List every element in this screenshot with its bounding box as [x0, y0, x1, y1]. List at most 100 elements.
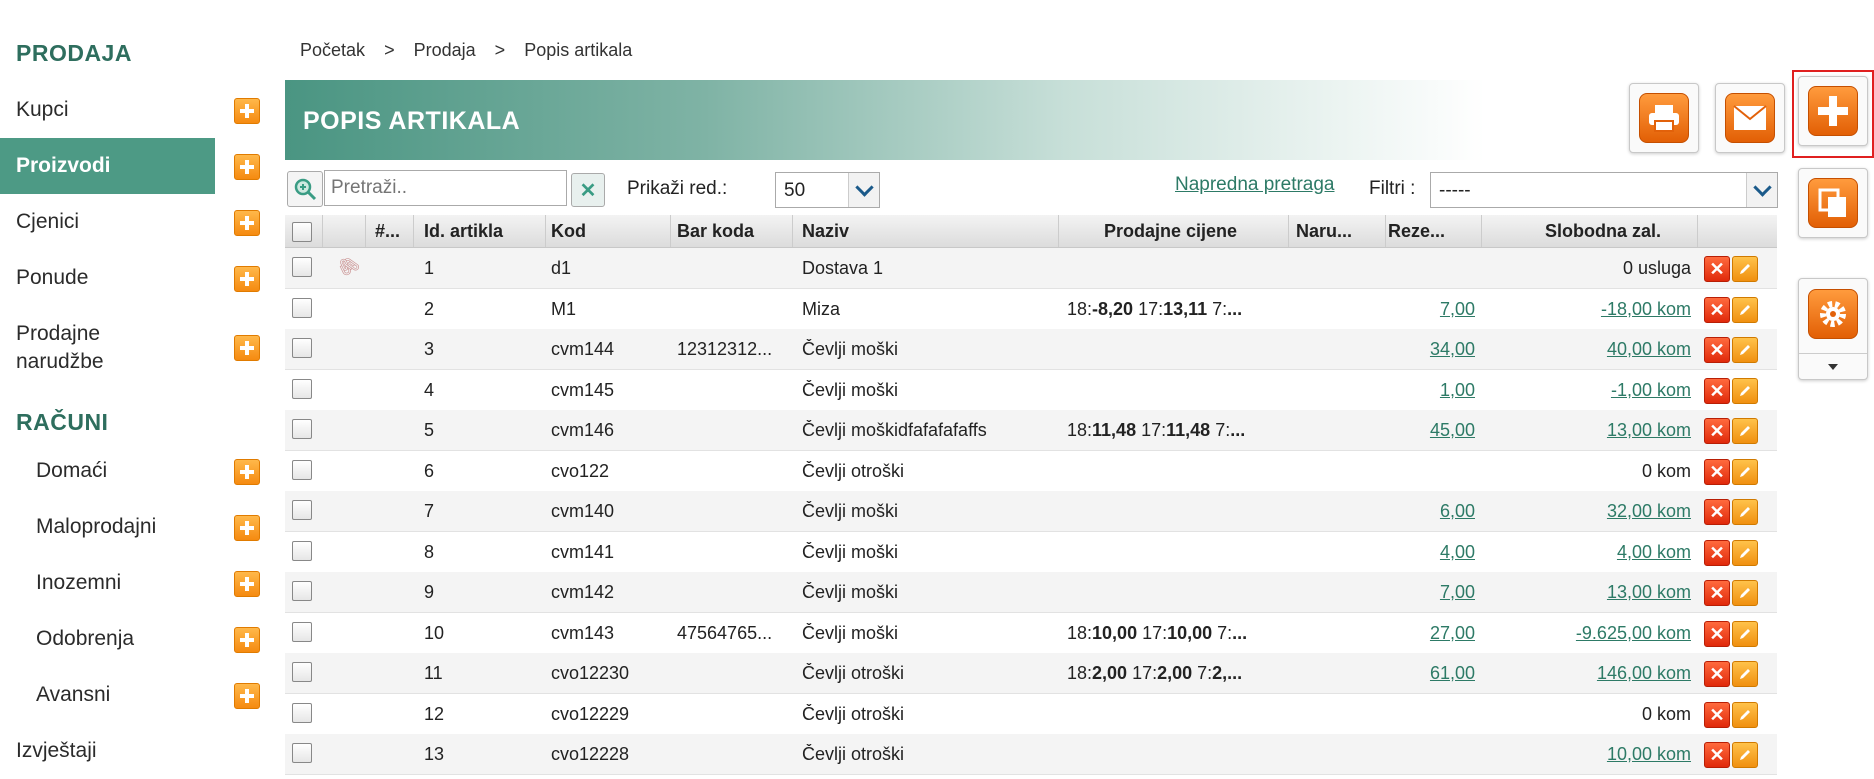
sidebar-item-ponude[interactable]: Ponude	[0, 264, 215, 292]
column-header-barcode[interactable]: Bar koda	[677, 221, 754, 242]
row-checkbox[interactable]	[292, 297, 312, 318]
row-checkbox[interactable]	[292, 459, 312, 480]
delete-button[interactable]: ✕	[1704, 499, 1730, 525]
cell-stock-link[interactable]: 146,00 kom	[1597, 663, 1691, 683]
cell-stock-link[interactable]: 40,00 kom	[1607, 339, 1691, 359]
cell-reserved-link[interactable]: 1,00	[1440, 380, 1475, 400]
table-row[interactable]: 🖇 1 d1 Dostava 1 0 usluga ✕	[285, 248, 1777, 289]
add-inozemni-button[interactable]	[234, 571, 260, 597]
row-checkbox[interactable]	[292, 743, 312, 763]
table-row[interactable]: 11 cvo12230 Čevlji otroški 18:2,00 17:2,00 …	[285, 653, 1777, 694]
column-header-code[interactable]: Kod	[551, 221, 586, 242]
row-checkbox[interactable]	[292, 540, 312, 561]
sidebar-item-domaci[interactable]: Domaći	[0, 457, 215, 485]
table-row[interactable]: 3 cvm144 12312312... Čevlji moški 34,00 40,00…	[285, 329, 1777, 370]
edit-button[interactable]	[1732, 296, 1758, 323]
cell-stock-link[interactable]: -1,00 kom	[1611, 380, 1691, 400]
delete-button[interactable]: ✕	[1704, 296, 1730, 323]
table-row[interactable]: 10 cvm143 47564765... Čevlji moški 18:10,00 …	[285, 613, 1777, 654]
email-button[interactable]	[1715, 83, 1785, 153]
delete-button[interactable]: ✕	[1704, 256, 1730, 282]
row-checkbox[interactable]	[292, 338, 312, 358]
add-article-button[interactable]	[1798, 76, 1868, 146]
cell-reserved-link[interactable]: 7,00	[1440, 582, 1475, 602]
sidebar-item-cjenici[interactable]: Cjenici	[0, 208, 215, 236]
search-input[interactable]	[324, 170, 567, 206]
delete-button[interactable]: ✕	[1704, 458, 1730, 485]
delete-button[interactable]: ✕	[1704, 418, 1730, 444]
edit-button[interactable]	[1732, 661, 1758, 687]
row-checkbox[interactable]	[292, 500, 312, 520]
cell-reserved-link[interactable]: 61,00	[1430, 663, 1475, 683]
row-checkbox[interactable]	[292, 662, 312, 682]
advanced-search-link[interactable]: Napredna pretraga	[1175, 174, 1335, 196]
delete-button[interactable]: ✕	[1704, 742, 1730, 768]
edit-button[interactable]	[1732, 337, 1758, 363]
edit-button[interactable]	[1732, 499, 1758, 525]
add-proizvodi-button[interactable]	[234, 154, 260, 180]
copy-button[interactable]	[1798, 168, 1868, 238]
delete-button[interactable]: ✕	[1704, 377, 1730, 404]
row-checkbox[interactable]	[292, 581, 312, 601]
table-row[interactable]: 5 cvm146 Čevlji moškidfafafafaffs 18:11,48 …	[285, 410, 1777, 451]
table-row[interactable]: 6 cvo122 Čevlji otroški 0 kom ✕	[285, 451, 1777, 492]
sidebar-item-kupci[interactable]: Kupci	[0, 96, 215, 124]
edit-button[interactable]	[1732, 580, 1758, 606]
row-checkbox[interactable]	[292, 419, 312, 439]
column-header-reserved[interactable]: Reze...	[1388, 221, 1445, 242]
settings-dropdown-toggle[interactable]	[1799, 353, 1867, 380]
add-cjenici-button[interactable]	[234, 210, 260, 236]
select-all-checkbox[interactable]	[292, 222, 312, 242]
add-domaci-button[interactable]	[234, 459, 260, 485]
edit-button[interactable]	[1732, 418, 1758, 444]
sidebar-item-maloprodajni[interactable]: Maloprodajni	[0, 513, 215, 541]
settings-button[interactable]	[1798, 278, 1868, 380]
row-checkbox[interactable]	[292, 378, 312, 399]
add-odobrenja-button[interactable]	[234, 627, 260, 653]
add-narudzbe-button[interactable]	[234, 335, 260, 361]
table-row[interactable]: 12 cvo12229 Čevlji otroški 0 kom ✕	[285, 694, 1777, 735]
table-row[interactable]: 9 cvm142 Čevlji moški 7,00 13,00 kom ✕	[285, 572, 1777, 613]
delete-button[interactable]: ✕	[1704, 337, 1730, 363]
cell-reserved-link[interactable]: 45,00	[1430, 420, 1475, 440]
sidebar-item-odobrenja[interactable]: Odobrenja	[0, 625, 215, 653]
column-header-stock[interactable]: Slobodna zal.	[1545, 221, 1661, 242]
cell-stock-link[interactable]: 32,00 kom	[1607, 501, 1691, 521]
print-button[interactable]	[1629, 83, 1699, 153]
add-kupci-button[interactable]	[234, 98, 260, 124]
table-row[interactable]: 2 M1 Miza 18:-8,20 17:13,11 7:... 7,00 -18,00…	[285, 289, 1777, 330]
delete-button[interactable]: ✕	[1704, 580, 1730, 606]
table-row[interactable]: 13 cvo12228 Čevlji otroški 10,00 kom ✕	[285, 734, 1777, 775]
edit-button[interactable]	[1732, 742, 1758, 768]
breadcrumb-sales[interactable]: Prodaja	[414, 40, 476, 60]
table-row[interactable]: 8 cvm141 Čevlji moški 4,00 4,00 kom ✕	[285, 532, 1777, 573]
breadcrumb-home[interactable]: Početak	[300, 40, 365, 60]
sidebar-item-proizvodi[interactable]: Proizvodi	[0, 138, 215, 194]
edit-button[interactable]	[1732, 256, 1758, 282]
sidebar-item-inozemni[interactable]: Inozemni	[0, 569, 215, 597]
table-row[interactable]: 4 cvm145 Čevlji moški 1,00 -1,00 kom ✕	[285, 370, 1777, 411]
cell-stock-link[interactable]: -18,00 kom	[1601, 299, 1691, 319]
add-maloprodajni-button[interactable]	[234, 515, 260, 541]
cell-stock-link[interactable]: 13,00 kom	[1607, 582, 1691, 602]
cell-reserved-link[interactable]: 6,00	[1440, 501, 1475, 521]
rows-select[interactable]: 50	[775, 172, 880, 208]
edit-button[interactable]	[1732, 539, 1758, 566]
table-row[interactable]: 7 cvm140 Čevlji moški 6,00 32,00 kom ✕	[285, 491, 1777, 532]
zoom-search-button[interactable]	[287, 171, 323, 207]
cell-stock-link[interactable]: 13,00 kom	[1607, 420, 1691, 440]
sidebar-item-avansni[interactable]: Avansni	[0, 681, 215, 709]
sidebar-item-izvjestaji[interactable]: Izvještaji	[0, 737, 215, 765]
add-avansni-button[interactable]	[234, 683, 260, 709]
edit-button[interactable]	[1732, 458, 1758, 485]
cell-stock-link[interactable]: 10,00 kom	[1607, 744, 1691, 764]
column-header-num[interactable]: #...	[375, 221, 400, 242]
delete-button[interactable]: ✕	[1704, 539, 1730, 566]
add-ponude-button[interactable]	[234, 266, 260, 292]
column-header-prices[interactable]: Prodajne cijene	[1104, 221, 1237, 242]
cell-reserved-link[interactable]: 7,00	[1440, 299, 1475, 319]
row-checkbox[interactable]	[292, 621, 312, 642]
cell-reserved-link[interactable]: 4,00	[1440, 542, 1475, 562]
filter-select[interactable]: -----	[1430, 172, 1778, 208]
delete-button[interactable]: ✕	[1704, 701, 1730, 728]
